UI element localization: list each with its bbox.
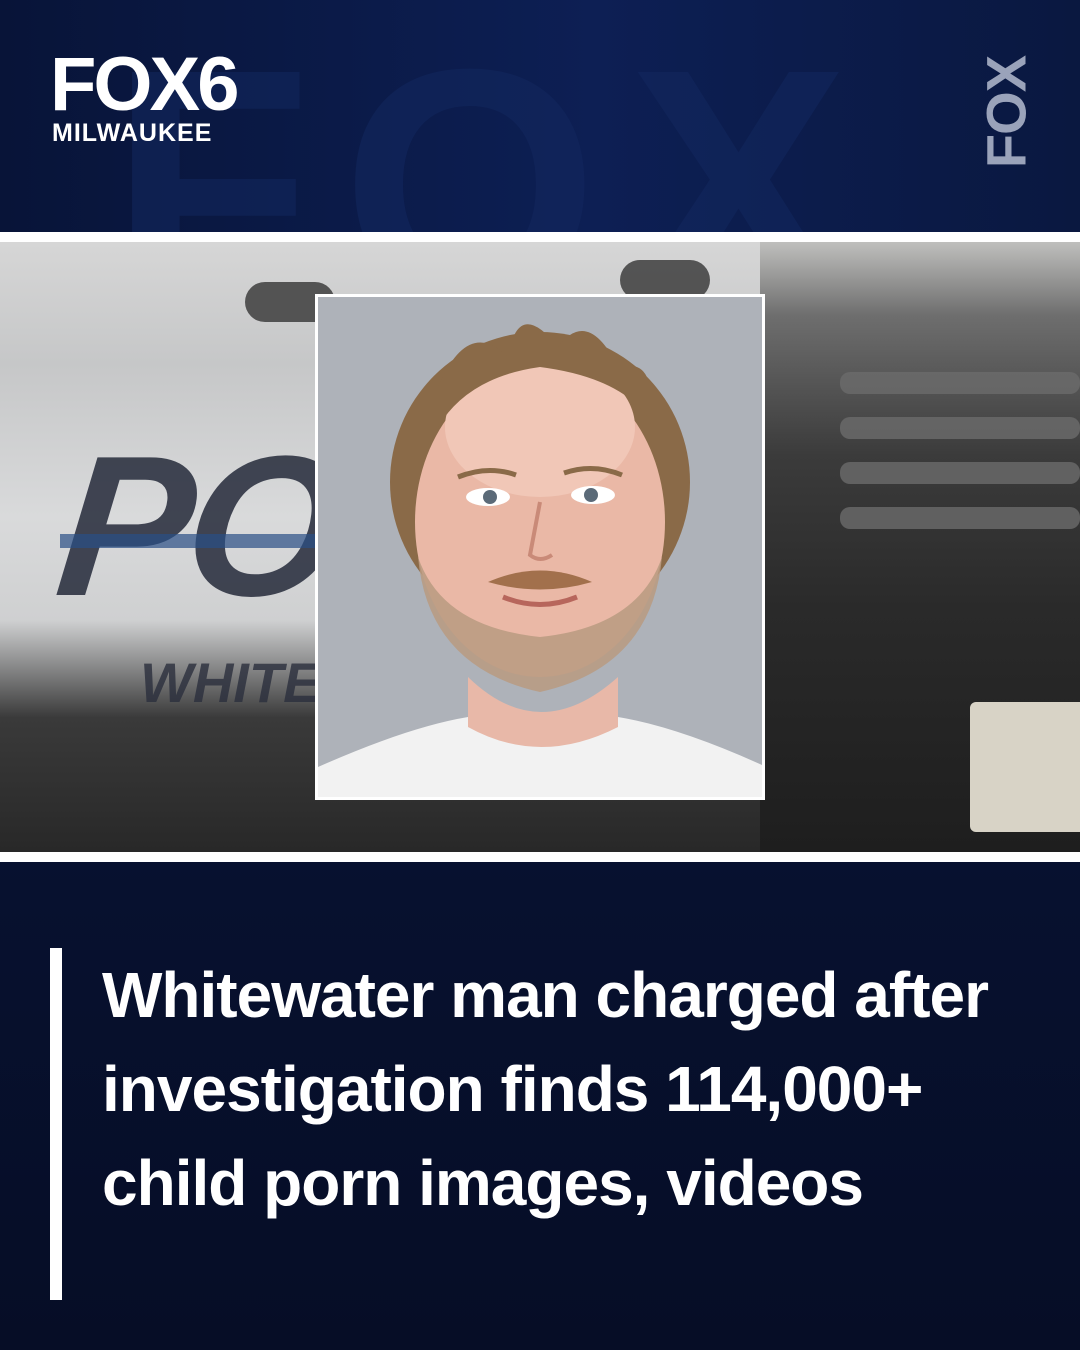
grille-bar	[840, 372, 1080, 394]
header: FOX FOX6 MILWAUKEE FOX	[0, 0, 1080, 232]
news-card: FOX FOX6 MILWAUKEE FOX POL WHITE Whitewa…	[0, 0, 1080, 1350]
police-door-sublettering: WHITE	[140, 651, 321, 714]
logo-sub-text: MILWAUKEE	[52, 119, 213, 147]
grille-bar	[840, 507, 1080, 529]
fox6-logo: FOX6 MILWAUKEE	[50, 42, 239, 148]
mugshot-illustration	[318, 297, 762, 797]
door-stripe	[60, 534, 320, 548]
grille-bar	[840, 462, 1080, 484]
fox-side-label-text: FOX	[974, 55, 1038, 169]
license-plate	[970, 702, 1080, 832]
fox-side-label: FOX	[974, 52, 1038, 172]
headline-accent-bar	[50, 948, 62, 1300]
headline-block: Whitewater man charged after investigati…	[50, 948, 1040, 1300]
headline: Whitewater man charged after investigati…	[102, 959, 989, 1219]
grille-bar	[840, 417, 1080, 439]
mugshot-photo	[315, 294, 765, 800]
logo-main-text: FOX6	[50, 42, 239, 127]
